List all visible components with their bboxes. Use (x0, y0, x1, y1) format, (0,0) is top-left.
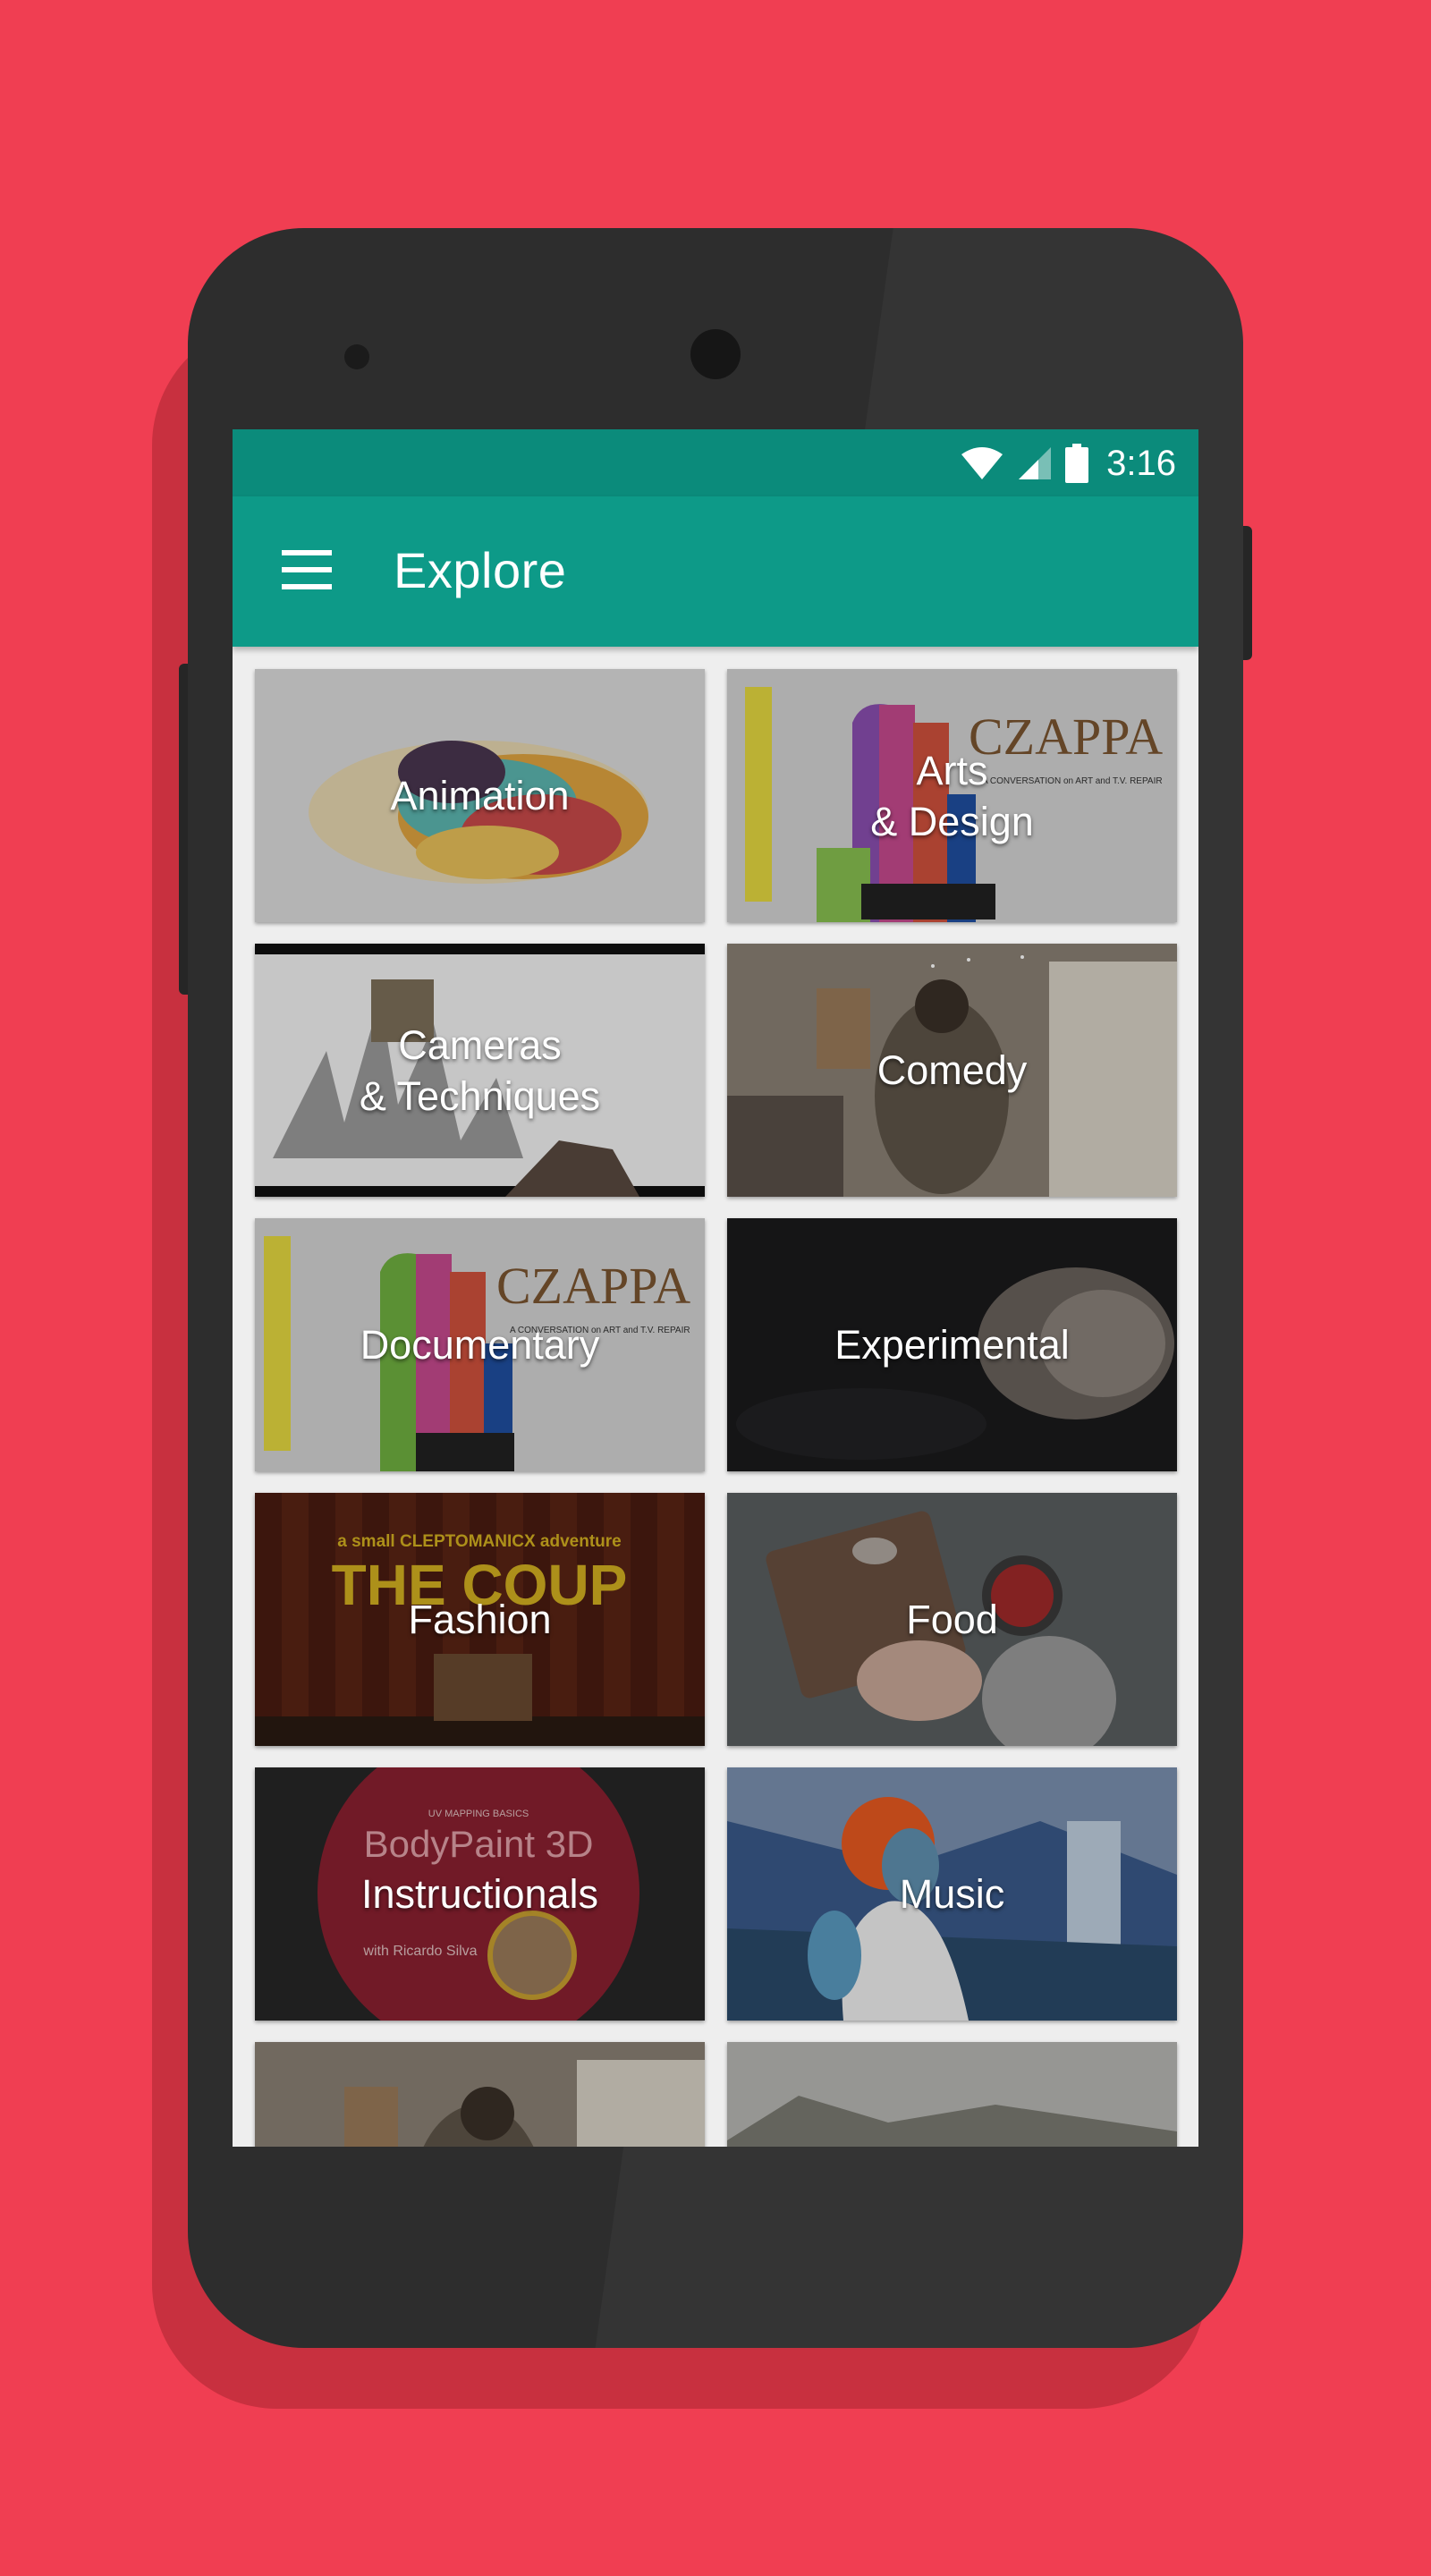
status-bar: 3:16 (233, 429, 1198, 496)
category-tile-food[interactable]: Food (727, 1493, 1177, 1746)
status-icons: 3:16 (960, 440, 1176, 487)
app-bar: Explore (233, 496, 1198, 647)
wifi-icon (961, 447, 1003, 479)
category-label: Fashion (408, 1597, 552, 1642)
category-label: Animation (390, 773, 570, 818)
category-tile-partial-right[interactable] (727, 2042, 1177, 2147)
status-time: 3:16 (1106, 443, 1176, 483)
category-tile-partial-left[interactable] (255, 2042, 705, 2147)
category-tile-comedy[interactable]: Comedy (727, 944, 1177, 1197)
page-title: Explore (394, 542, 567, 598)
category-label: Instructionals (360, 1871, 599, 1917)
phone-camera (690, 329, 741, 379)
category-tile-arts-design[interactable]: CZAPPA A CONVERSATION on ART and T.V. RE… (727, 669, 1177, 922)
hamburger-menu-icon[interactable] (282, 550, 332, 589)
battery-icon (1065, 444, 1089, 483)
category-label (255, 2042, 705, 2147)
category-label: Food (906, 1597, 998, 1642)
category-label (727, 2042, 1177, 2147)
app-screen: 3:16 Explore Animation CZAPPA A CONVERSA… (233, 429, 1198, 2147)
category-tile-animation[interactable]: Animation (255, 669, 705, 922)
category-tile-experimental[interactable]: Experimental (727, 1218, 1177, 1471)
category-tile-cameras-techniques[interactable]: Cameras & Techniques (255, 944, 705, 1197)
category-tile-documentary[interactable]: CZAPPA A CONVERSATION on ART and T.V. RE… (255, 1218, 705, 1471)
category-tile-instructionals[interactable]: UV MAPPING BASICS BodyPaint 3D with Rica… (255, 1767, 705, 2021)
category-label: Experimental (834, 1322, 1070, 1368)
category-label: Documentary (360, 1322, 600, 1368)
phone-speaker (344, 344, 369, 369)
category-tile-music[interactable]: Music (727, 1767, 1177, 2021)
category-label: Arts & Design (870, 747, 1034, 844)
category-label: Comedy (876, 1047, 1028, 1093)
category-label: Music (899, 1871, 1005, 1917)
category-label: Cameras & Techniques (359, 1021, 601, 1119)
category-tile-fashion[interactable]: a small CLEPTOMANICX adventure THE COUP … (255, 1493, 705, 1746)
cellular-signal-icon (1019, 447, 1052, 479)
